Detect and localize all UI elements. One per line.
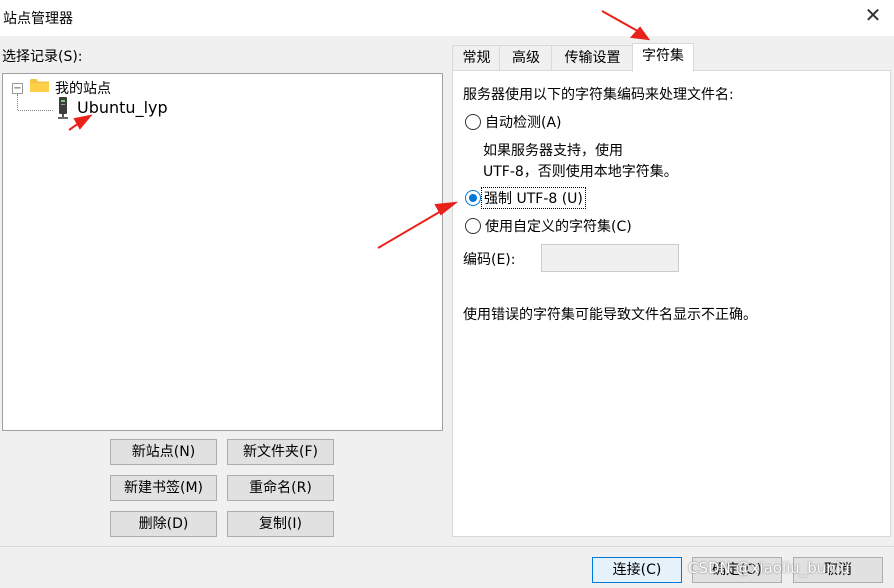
- rename-button[interactable]: 重命名(R): [227, 475, 334, 501]
- encoding-field[interactable]: [541, 244, 679, 272]
- server-icon: [58, 97, 68, 119]
- footer-divider: [0, 546, 894, 547]
- title-bar: [0, 0, 894, 36]
- close-button[interactable]: ✕: [862, 4, 884, 26]
- window-title: 站点管理器: [3, 11, 73, 27]
- folder-icon: [30, 79, 49, 92]
- tree-root-label[interactable]: 我的站点: [55, 78, 111, 98]
- custom-charset-label[interactable]: 使用自定义的字符集(C): [485, 216, 632, 236]
- force-utf8-label[interactable]: 强制 UTF-8 (U): [481, 187, 586, 209]
- watermark: CSDN @xiaoliu_buniu: [688, 559, 850, 577]
- charset-warning: 使用错误的字符集可能导致文件名显示不正确。: [463, 307, 757, 323]
- tree-connector: [18, 110, 53, 111]
- charset-panel: 服务器使用以下的字符集编码来处理文件名: 自动检测(A) 如果服务器支持，使用 …: [452, 70, 891, 537]
- radio-custom-charset[interactable]: [465, 218, 481, 234]
- tab-charset[interactable]: 字符集: [632, 43, 694, 72]
- copy-button[interactable]: 复制(I): [227, 511, 334, 537]
- site-tree[interactable]: − 我的站点 Ubuntu_lyp: [2, 73, 443, 431]
- select-entry-label: 选择记录(S):: [2, 49, 83, 65]
- tab-general[interactable]: 常规: [452, 45, 501, 70]
- tab-transfer-settings[interactable]: 传输设置: [551, 45, 634, 70]
- auto-detect-desc-line1: 如果服务器支持，使用: [483, 143, 623, 159]
- charset-intro: 服务器使用以下的字符集编码来处理文件名:: [463, 87, 734, 103]
- delete-button[interactable]: 删除(D): [110, 511, 217, 537]
- new-folder-button[interactable]: 新文件夹(F): [227, 439, 334, 465]
- collapse-toggle[interactable]: −: [12, 83, 23, 94]
- connect-button[interactable]: 连接(C): [592, 557, 682, 583]
- new-bookmark-button[interactable]: 新建书签(M): [110, 475, 217, 501]
- tree-connector: [17, 94, 18, 110]
- radio-auto-detect[interactable]: [465, 114, 481, 130]
- encoding-label: 编码(E):: [463, 252, 516, 268]
- new-site-button[interactable]: 新站点(N): [110, 439, 217, 465]
- tree-item-ubuntu-lyp[interactable]: Ubuntu_lyp: [77, 98, 168, 117]
- auto-detect-desc-line2: UTF-8，否则使用本地字符集。: [483, 164, 678, 180]
- auto-detect-label[interactable]: 自动检测(A): [485, 112, 562, 132]
- tab-advanced[interactable]: 高级: [499, 45, 553, 70]
- radio-force-utf8[interactable]: [465, 190, 481, 206]
